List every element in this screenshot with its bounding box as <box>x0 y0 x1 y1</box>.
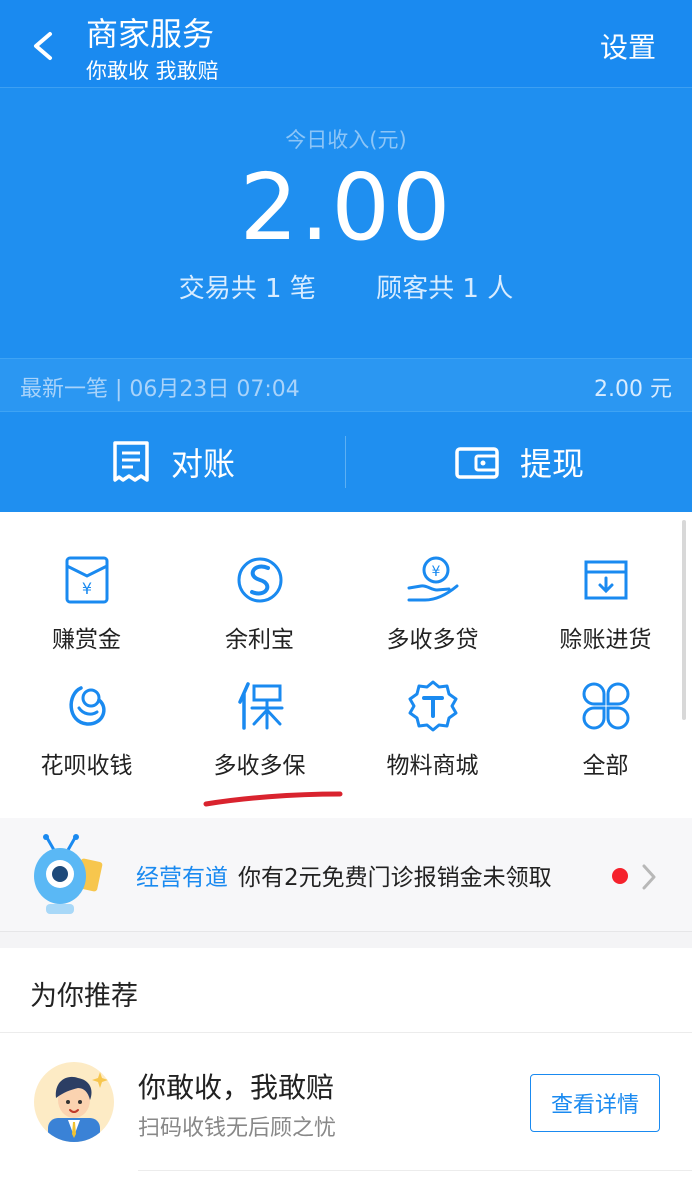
grid-item-all[interactable]: 全部 <box>519 678 692 804</box>
scrollbar[interactable] <box>682 520 686 720</box>
banner-tag: 经营有道 <box>136 865 228 891</box>
divider <box>0 1032 692 1033</box>
transaction-count: 交易共 1 笔 <box>178 274 316 304</box>
banner-message: 你有2元免费门诊报销金未领取 <box>238 865 552 891</box>
grid-item-label: 全部 <box>582 753 629 779</box>
purchase-box-icon <box>584 560 627 600</box>
latest-transaction-time: 最新一笔 | 06月23日 07:04 <box>20 377 300 402</box>
grid-item-label: 多收多保 <box>213 753 306 779</box>
recommend-title: 为你推荐 <box>30 981 138 1012</box>
insurance-icon <box>237 682 283 730</box>
income-value: 2.00 <box>239 154 453 261</box>
divider <box>138 1170 692 1171</box>
agent-avatar-icon <box>48 1072 108 1142</box>
income-label: 今日收入(元) <box>285 128 407 152</box>
avatar <box>34 1062 114 1142</box>
reward-envelope-icon: ¥ <box>65 556 108 604</box>
back-arrow-icon[interactable] <box>24 22 64 70</box>
all-apps-icon <box>582 682 629 730</box>
grid-item-label: 多收多贷 <box>386 627 479 653</box>
withdraw-button[interactable]: 提现 <box>346 412 692 512</box>
grid-item-huabei[interactable]: 花呗收钱 <box>0 678 173 804</box>
loan-hand-icon: ¥ <box>407 556 458 602</box>
recommend-item-subtitle: 扫码收钱无后顾之忧 <box>138 1116 337 1141</box>
svg-text:¥: ¥ <box>81 579 91 598</box>
latest-transaction-amount: 2.00 元 <box>594 377 672 402</box>
latest-transaction-row[interactable]: 最新一笔 | 06月23日 07:04 2.00 元 <box>0 358 692 412</box>
withdraw-label: 提现 <box>519 445 584 483</box>
action-bar: 对账 提现 <box>0 412 692 512</box>
banner-text: 经营有道 你有2元免费门诊报销金未领取 <box>136 858 552 892</box>
yulibao-icon <box>237 557 282 603</box>
wallet-icon <box>455 447 499 479</box>
service-grid: ¥ 赚赏金 余利宝 ¥ 多收多贷 赊账进货 花呗收钱 多收多保 物料商城 全部 <box>0 512 692 818</box>
grid-item-label: 余利宝 <box>225 627 294 653</box>
reconcile-button[interactable]: 对账 <box>0 412 346 512</box>
settings-button[interactable]: 设置 <box>600 30 656 66</box>
customer-count: 顾客共 1 人 <box>376 274 514 304</box>
grid-item-label: 物料商城 <box>386 753 479 779</box>
grid-item-label: 赚赏金 <box>52 627 121 653</box>
ant-mascot-icon <box>34 834 103 914</box>
recommend-item-title: 你敢收，我敢赔 <box>138 1071 335 1104</box>
reconcile-label: 对账 <box>170 445 235 483</box>
notification-dot <box>612 868 628 884</box>
svg-text:¥: ¥ <box>431 564 440 580</box>
grid-item-purchase[interactable]: 赊账进货 <box>519 552 692 678</box>
chevron-right-icon <box>642 864 656 890</box>
view-details-button[interactable]: 查看详情 <box>530 1074 660 1132</box>
grid-item-label: 赊账进货 <box>559 627 652 653</box>
top-bar: 商家服务 你敢收 我敢赔 设置 <box>0 0 692 88</box>
huabei-icon <box>69 686 106 726</box>
header-panel: 商家服务 你敢收 我敢赔 设置 今日收入(元) 2.00 交易共 1 笔 顾客共… <box>0 0 692 512</box>
stats-row: 交易共 1 笔 顾客共 1 人 <box>0 268 692 305</box>
materials-store-icon <box>408 680 457 732</box>
grid-item-label: 花呗收钱 <box>40 753 133 779</box>
recommend-section: 为你推荐 你敢收，我敢赔 扫码收钱无后顾之忧 查看详情 <box>0 948 692 1184</box>
grid-item-yulibao[interactable]: 余利宝 <box>173 552 346 678</box>
page-title: 商家服务 <box>86 15 215 53</box>
receipt-icon <box>113 441 149 482</box>
grid-item-reward[interactable]: ¥ 赚赏金 <box>0 552 173 678</box>
grid-item-loan[interactable]: ¥ 多收多贷 <box>346 552 519 678</box>
page-subtitle: 你敢收 我敢赔 <box>86 59 219 83</box>
grid-item-materials[interactable]: 物料商城 <box>346 678 519 804</box>
promo-banner[interactable]: 经营有道 你有2元免费门诊报销金未领取 <box>0 818 692 932</box>
red-annotation-underline <box>203 791 343 807</box>
